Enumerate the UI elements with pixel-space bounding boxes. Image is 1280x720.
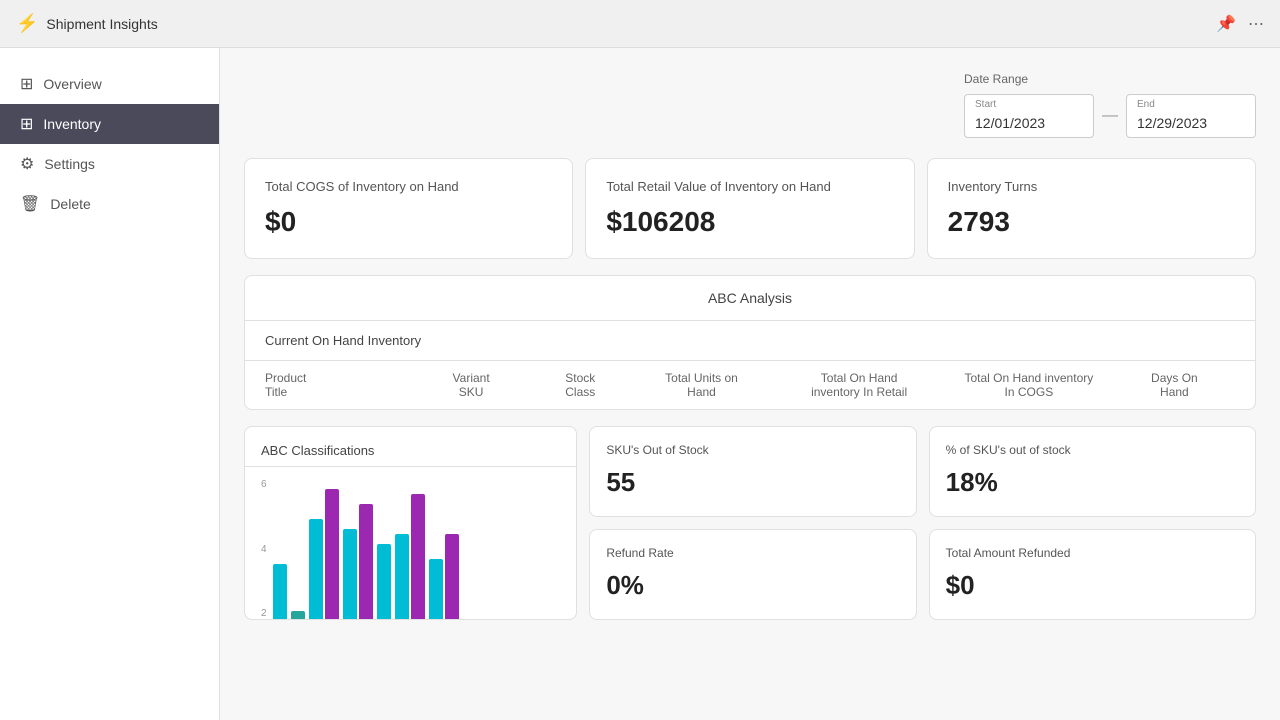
bar-6-purple <box>411 494 425 619</box>
sidebar-item-settings-label: Settings <box>44 156 95 172</box>
sidebar-item-delete-label: Delete <box>50 196 90 212</box>
col-variant-sku: VariantSKU <box>411 371 532 399</box>
y-label-2: 2 <box>261 608 267 619</box>
abc-section-title: ABC Analysis <box>245 276 1255 321</box>
refund-rate-card: Refund Rate 0% <box>589 529 916 620</box>
abc-analysis-section: ABC Analysis Current On Hand Inventory P… <box>244 275 1256 410</box>
app-title: Shipment Insights <box>46 16 157 32</box>
bar-3-purple <box>325 489 339 619</box>
bar-2-teal <box>291 611 305 619</box>
bar-1-cyan <box>273 564 287 619</box>
pct-out-value: 18% <box>946 467 1239 498</box>
chart-group-2 <box>291 611 305 619</box>
pin-icon[interactable]: 📌 <box>1216 14 1236 34</box>
date-range-inputs: Start 12/01/2023 — End 12/29/2023 <box>964 94 1256 138</box>
chart-group-3 <box>309 489 339 619</box>
chart-group-5 <box>377 544 391 619</box>
total-cogs-value: $0 <box>265 206 552 238</box>
total-retail-title: Total Retail Value of Inventory on Hand <box>606 179 893 194</box>
chart-wrapper: 6 4 2 <box>245 467 576 619</box>
sidebar-item-inventory-label: Inventory <box>43 116 101 132</box>
y-label-6: 6 <box>261 479 267 490</box>
sidebar: ⊞ Overview ⊞ Inventory ⚙ Settings 🗑 Dele… <box>0 48 220 720</box>
sidebar-item-overview[interactable]: ⊞ Overview <box>0 64 219 104</box>
refund-rate-value: 0% <box>606 570 899 601</box>
pct-out-title: % of SKU's out of stock <box>946 443 1239 457</box>
date-end-label: End <box>1137 99 1155 110</box>
app-logo-icon: ⚡ <box>16 13 38 34</box>
col-retail: Total On Handinventory In Retail <box>774 371 944 399</box>
total-cogs-card: Total COGS of Inventory on Hand $0 <box>244 158 573 259</box>
skus-out-card: SKU's Out of Stock 55 <box>589 426 916 517</box>
chart-group-1 <box>273 564 287 619</box>
col-days: Days OnHand <box>1114 371 1235 399</box>
refund-rate-title: Refund Rate <box>606 546 899 560</box>
y-label-4: 4 <box>261 544 267 555</box>
chart-group-6 <box>395 494 425 619</box>
right-cards: SKU's Out of Stock 55 % of SKU's out of … <box>589 426 1256 620</box>
chart-group-7 <box>429 534 459 619</box>
date-range-container: Date Range Start 12/01/2023 — End 12/29/… <box>964 72 1256 138</box>
sidebar-item-delete[interactable]: 🗑 Delete <box>0 184 219 224</box>
total-retail-value: $106208 <box>606 206 893 238</box>
total-refunded-title: Total Amount Refunded <box>946 546 1239 560</box>
bar-4-purple <box>359 504 373 619</box>
bottom-section: ABC Classifications 6 4 2 <box>244 426 1256 620</box>
total-cogs-title: Total COGS of Inventory on Hand <box>265 179 552 194</box>
skus-out-title: SKU's Out of Stock <box>606 443 899 457</box>
topbar-actions: 📌 ⋯ <box>1216 14 1264 34</box>
metric-cards-row: Total COGS of Inventory on Hand $0 Total… <box>244 158 1256 259</box>
bar-7-purple <box>445 534 459 619</box>
date-separator: — <box>1102 107 1118 125</box>
col-cogs: Total On Hand inventoryIn COGS <box>944 371 1114 399</box>
sidebar-item-inventory[interactable]: ⊞ Inventory <box>0 104 219 144</box>
abc-class-card: ABC Classifications 6 4 2 <box>244 426 577 620</box>
bar-5-cyan <box>377 544 391 619</box>
inventory-turns-card: Inventory Turns 2793 <box>927 158 1256 259</box>
settings-icon: ⚙ <box>20 154 34 174</box>
date-start-label: Start <box>975 99 996 110</box>
more-options-icon[interactable]: ⋯ <box>1248 14 1264 34</box>
sidebar-item-overview-label: Overview <box>43 76 101 92</box>
main-content: Date Range Start 12/01/2023 — End 12/29/… <box>220 48 1280 720</box>
chart-area <box>273 479 561 619</box>
bar-4-cyan <box>343 529 357 619</box>
col-stock-class: StockClass <box>532 371 629 399</box>
abc-subsection-title: Current On Hand Inventory <box>245 321 1255 361</box>
pct-out-card: % of SKU's out of stock 18% <box>929 426 1256 517</box>
total-refunded-card: Total Amount Refunded $0 <box>929 529 1256 620</box>
skus-out-value: 55 <box>606 467 899 498</box>
inventory-icon: ⊞ <box>20 114 33 134</box>
overview-icon: ⊞ <box>20 74 33 94</box>
date-range-section: Date Range Start 12/01/2023 — End 12/29/… <box>244 72 1256 138</box>
col-total-units: Total Units onHand <box>629 371 775 399</box>
col-product-title: ProductTitle <box>265 371 411 399</box>
date-end-input[interactable]: End 12/29/2023 <box>1126 94 1256 138</box>
date-start-input[interactable]: Start 12/01/2023 <box>964 94 1094 138</box>
delete-icon: 🗑 <box>20 194 40 214</box>
date-range-label: Date Range <box>964 72 1256 86</box>
total-refunded-value: $0 <box>946 570 1239 601</box>
table-header-row: ProductTitle VariantSKU StockClass Total… <box>245 361 1255 409</box>
chart-y-axis: 6 4 2 <box>261 479 273 619</box>
main-layout: ⊞ Overview ⊞ Inventory ⚙ Settings 🗑 Dele… <box>0 48 1280 720</box>
total-retail-card: Total Retail Value of Inventory on Hand … <box>585 158 914 259</box>
inventory-turns-title: Inventory Turns <box>948 179 1235 194</box>
sidebar-item-settings[interactable]: ⚙ Settings <box>0 144 219 184</box>
inventory-turns-value: 2793 <box>948 206 1235 238</box>
bar-7-cyan <box>429 559 443 619</box>
bar-6-cyan <box>395 534 409 619</box>
topbar: ⚡ Shipment Insights 📌 ⋯ <box>0 0 1280 48</box>
topbar-left: ⚡ Shipment Insights <box>16 13 158 34</box>
chart-group-4 <box>343 504 373 619</box>
bar-3-cyan <box>309 519 323 619</box>
abc-class-title: ABC Classifications <box>245 427 576 467</box>
